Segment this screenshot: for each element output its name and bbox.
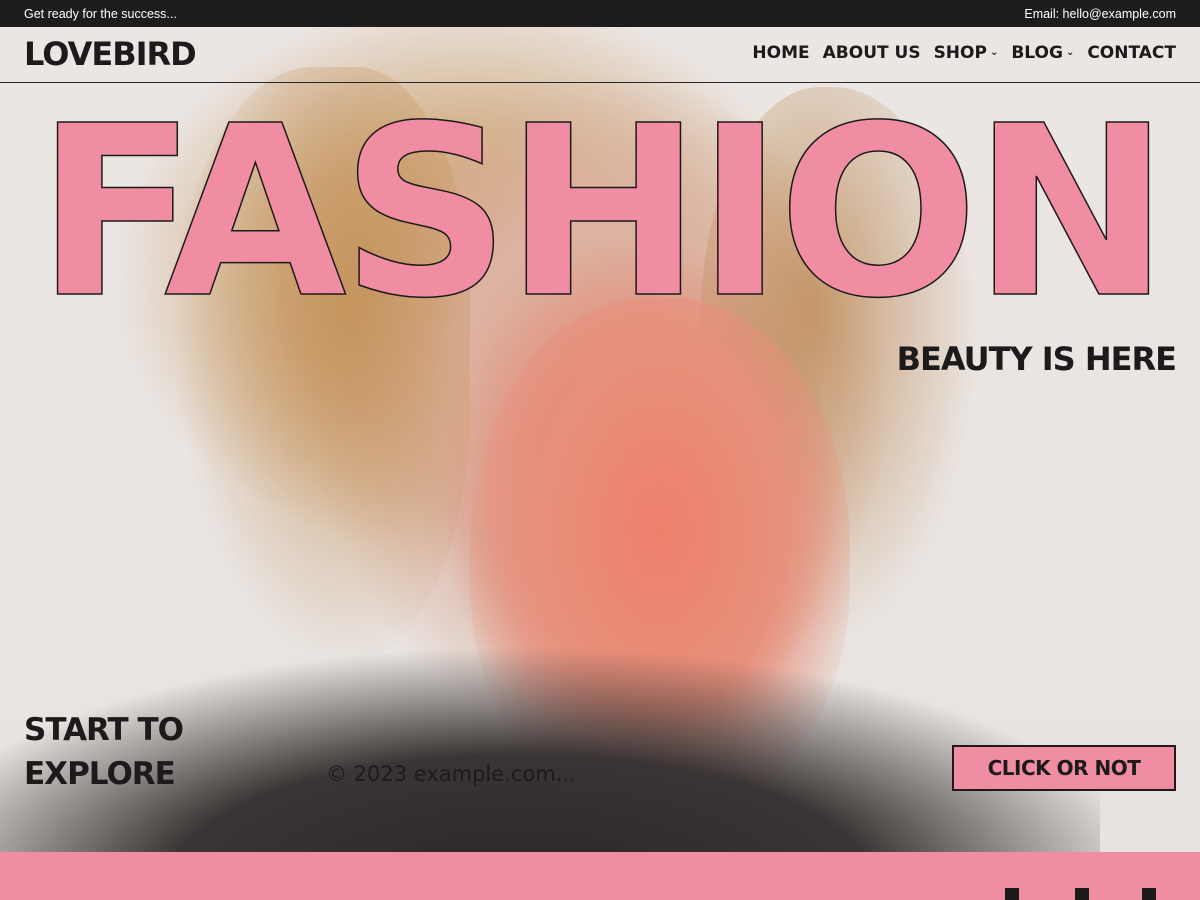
nav-item-label: BLOG	[1011, 43, 1063, 63]
nav-item-label: HOME	[752, 43, 810, 63]
explore-line-1: START TO	[24, 712, 184, 748]
cta-button[interactable]: CLICK OR NOT	[952, 745, 1176, 791]
copyright-text: © 2023 example.com...	[326, 762, 576, 786]
nav-item-label: SHOP	[933, 43, 987, 63]
hero-tagline: BEAUTY IS HERE	[896, 340, 1177, 378]
bottom-pink-band	[0, 852, 1200, 900]
header-divider	[0, 82, 1200, 83]
nav-item-blog[interactable]: BLOG ⌄	[1011, 43, 1074, 63]
nav-item-label: CONTACT	[1087, 43, 1176, 63]
nav-item-home[interactable]: HOME	[752, 43, 809, 63]
nav-item-shop[interactable]: SHOP ⌄	[934, 43, 999, 63]
explore-text: START TO EXPLORE	[24, 708, 184, 796]
site-logo[interactable]: LOVEBIRD	[24, 35, 197, 73]
hero-headline: FASHION	[35, 75, 1171, 350]
band-decoration	[1142, 888, 1156, 900]
nav-item-about-us[interactable]: ABOUT US	[823, 43, 921, 63]
announcement-text: Get ready for the success...	[24, 6, 177, 21]
nav-item-contact[interactable]: CONTACT	[1087, 43, 1176, 63]
top-announcement-bar: Get ready for the success... Email: hell…	[0, 0, 1200, 27]
explore-line-2: EXPLORE	[24, 756, 176, 792]
band-decoration	[1005, 888, 1019, 900]
contact-email[interactable]: Email: hello@example.com	[1024, 7, 1176, 21]
nav-item-label: ABOUT US	[822, 43, 921, 63]
band-decoration	[1075, 888, 1089, 900]
main-navigation: HOME ABOUT US SHOP ⌄ BLOG ⌄ CONTACT	[752, 43, 1176, 63]
chevron-down-icon: ⌄	[989, 47, 999, 58]
chevron-down-icon: ⌄	[1065, 47, 1075, 58]
